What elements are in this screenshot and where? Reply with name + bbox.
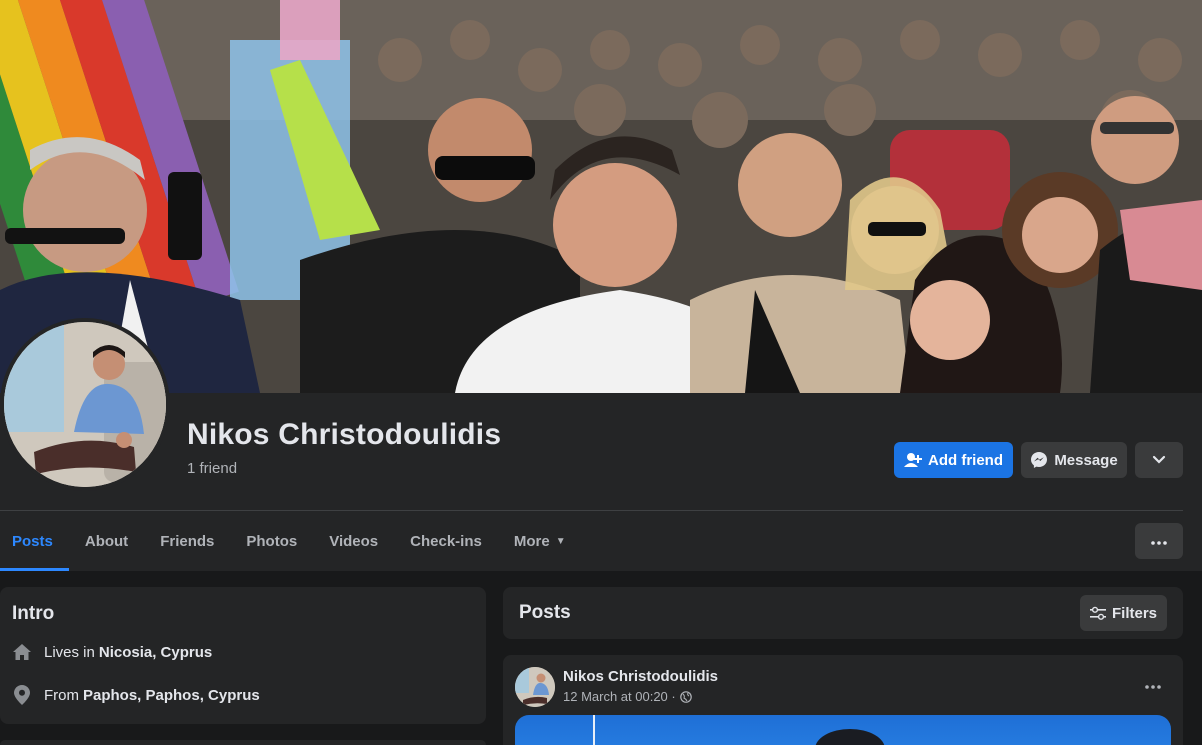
posts-header-card: Posts Filters (503, 587, 1183, 639)
more-dots-icon (1145, 676, 1161, 694)
message-button[interactable]: Message (1021, 442, 1127, 478)
tab-photos-label: Photos (246, 532, 298, 550)
post-author-avatar[interactable] (515, 667, 555, 707)
tab-about-label: About (84, 532, 129, 550)
add-friend-button[interactable]: Add friend (894, 442, 1013, 478)
intro-lives-in: Lives in Nicosia, Cyprus (12, 643, 212, 661)
intro-from-place-link[interactable]: Paphos, Paphos, Cyprus (83, 687, 260, 704)
friends-count-link[interactable]: 1 friend (187, 460, 237, 477)
post-options-button[interactable] (1139, 671, 1167, 699)
caret-down-icon: ▼ (555, 535, 566, 547)
post-card: Nikos Christodoulidis 12 March at 00:20 … (503, 655, 1183, 745)
post-media[interactable] (515, 715, 1171, 745)
intro-card: Intro Lives in Nicosia, Cyprus From Paph… (0, 587, 486, 724)
filters-label: Filters (1111, 604, 1157, 622)
posts-title: Posts (519, 602, 571, 623)
cover-crowd-illustration (0, 0, 1202, 393)
home-icon (12, 643, 32, 661)
tab-about[interactable]: About (69, 511, 144, 571)
intro-from: From Paphos, Paphos, Cyprus (12, 685, 260, 705)
location-pin-icon (12, 685, 32, 705)
tab-check-ins-label: Check-ins (410, 532, 482, 550)
add-friend-icon (904, 452, 922, 468)
profile-picture[interactable] (0, 318, 170, 491)
next-card (0, 740, 486, 745)
profile-tabs: Posts About Friends Photos Videos Check-… (0, 511, 582, 571)
filters-sliders-icon (1089, 606, 1106, 620)
post-author-name[interactable]: Nikos Christodoulidis (563, 668, 718, 685)
tab-videos-label: Videos (329, 532, 379, 550)
tab-posts-label: Posts (12, 532, 53, 550)
tab-videos[interactable]: Videos (313, 511, 394, 571)
chevron-down-icon (1152, 452, 1166, 469)
intro-lives-prefix: Lives in (44, 643, 95, 661)
more-dots-icon (1151, 532, 1167, 550)
globe-icon (679, 690, 692, 703)
intro-from-prefix: From (44, 686, 79, 704)
media-divider-line (593, 715, 595, 745)
intro-lives-place-link[interactable]: Nicosia, Cyprus (99, 644, 212, 661)
tab-check-ins[interactable]: Check-ins (394, 511, 498, 571)
messenger-icon (1030, 451, 1048, 469)
cover-photo[interactable] (0, 0, 1202, 393)
media-subject (815, 729, 885, 745)
add-friend-label: Add friend (928, 451, 1003, 469)
more-actions-button[interactable] (1135, 442, 1183, 478)
filters-button[interactable]: Filters (1080, 595, 1167, 631)
tab-friends[interactable]: Friends (144, 511, 230, 571)
intro-title: Intro (12, 603, 55, 624)
tab-more[interactable]: More ▼ (498, 511, 582, 571)
profile-photo-illustration (4, 322, 166, 487)
post-timestamp-link[interactable]: 12 March at 00:20 · (563, 689, 676, 704)
tab-photos[interactable]: Photos (230, 511, 313, 571)
message-label: Message (1054, 451, 1118, 469)
tab-more-label: More (513, 532, 550, 550)
tab-posts[interactable]: Posts (0, 511, 69, 571)
tab-friends-label: Friends (160, 532, 215, 550)
post-meta: 12 March at 00:20 · (563, 689, 692, 704)
profile-options-button[interactable] (1135, 523, 1183, 559)
profile-name: Nikos Christodoulidis (187, 418, 502, 451)
